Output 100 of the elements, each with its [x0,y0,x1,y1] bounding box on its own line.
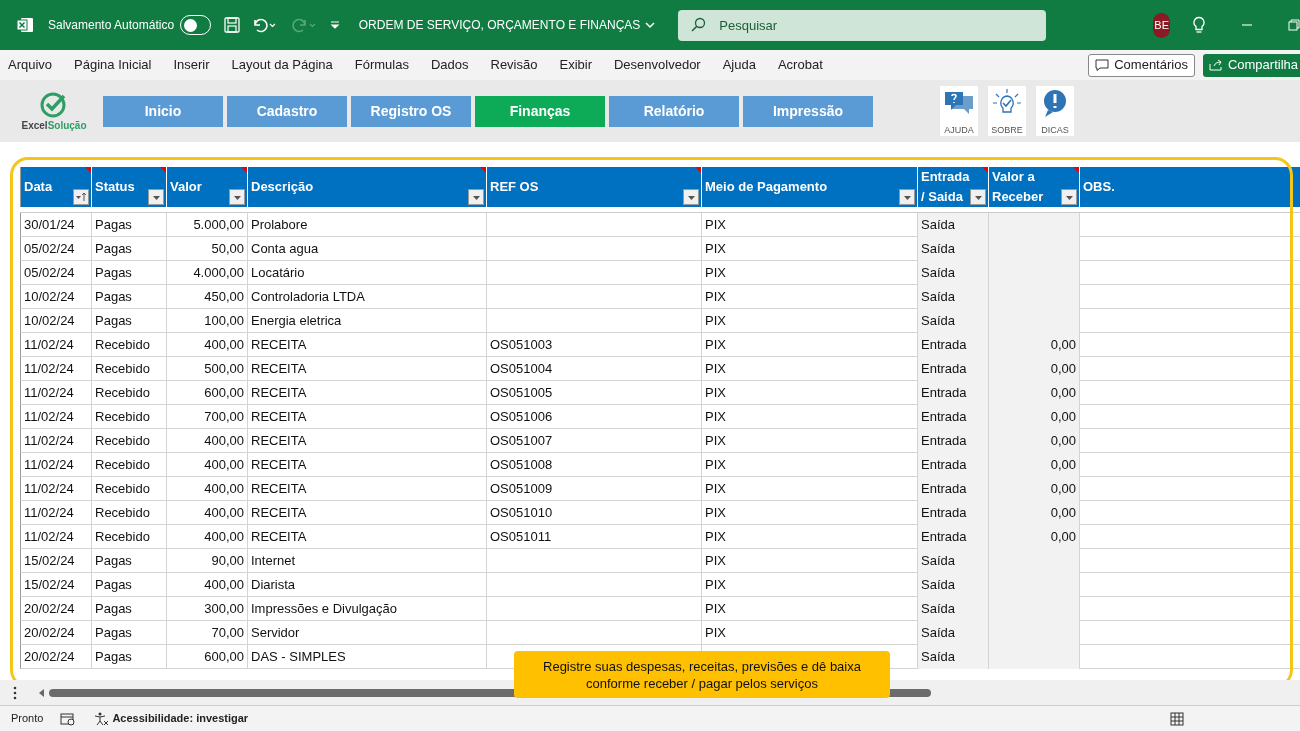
help-button[interactable]: DICAS [1036,86,1074,136]
share-button[interactable]: Compartilha [1202,53,1300,77]
save-icon[interactable] [222,16,241,34]
column-header: Status [92,167,167,207]
filter-button[interactable] [148,189,164,205]
table-cell: 0,00 [989,453,1080,477]
avatar[interactable]: BE [1153,12,1170,38]
filter-button[interactable] [970,189,986,205]
table-cell: Pagas [92,597,167,621]
table-cell: 15/02/24 [21,549,92,573]
table-cell: Locatário [248,261,487,285]
chevron-down-icon[interactable] [644,19,657,31]
table-cell: OS051005 [487,381,702,405]
table-cell: Controladoria LTDA [248,285,487,309]
table-cell: RECEITA [248,429,487,453]
comments-button[interactable]: Comentários [1088,53,1195,77]
menu-item[interactable]: Acrobat [777,55,823,75]
status-text: Pronto [11,711,44,727]
table-cell: 11/02/24 [21,501,92,525]
table-cell: Prolabore [248,213,487,237]
table-cell: Pagas [92,213,167,237]
filter-button[interactable] [229,189,245,205]
excel-icon[interactable] [16,16,34,34]
table-cell: Internet [248,549,487,573]
lightbulb-icon[interactable] [1191,16,1207,34]
help-button[interactable]: SOBRE [988,86,1026,136]
table-cell: Energia eletrica [248,309,487,333]
comment-icon [1095,59,1110,71]
column-header: Meio de Pagamento [702,167,918,207]
sort-filter-button[interactable] [73,189,89,205]
redo-icon [290,16,317,34]
restore-icon[interactable] [1288,19,1300,31]
menu-item[interactable]: Página Inicial [74,55,152,75]
sort-icon [74,190,88,204]
search-field[interactable]: Pesquisar [678,9,1047,41]
table-cell: OS051007 [487,429,702,453]
table-cell: Pagas [92,309,167,333]
table-cell: Recebido [92,333,167,357]
table-cell: 70,00 [167,621,248,645]
table-cell: Saída [918,213,989,237]
table-cell: RECEITA [248,333,487,357]
menu-item[interactable]: Exibir [559,55,592,75]
table-cell: 11/02/24 [21,477,92,501]
accessibility-status[interactable]: Acessibilidade: investigar [112,710,249,727]
customize-icon[interactable] [328,19,341,31]
table-cell: Entrada [918,381,989,405]
table-cell: Pagas [92,645,167,669]
menu-item[interactable]: Revisão [490,55,538,75]
normal-view-icon[interactable] [1170,711,1185,726]
table-cell: 05/02/24 [21,237,92,261]
table-cell: Saída [918,597,989,621]
column-header: OBS. [1080,167,1300,207]
table-cell: Recebido [92,381,167,405]
table-cell: Pagas [92,285,167,309]
column-header: Valor a Receber [989,167,1080,207]
table-cell: OS051009 [487,477,702,501]
table-cell: 500,00 [167,357,248,381]
accessibility-icon[interactable] [93,711,110,726]
table-cell: 0,00 [989,333,1080,357]
table-cell: 450,00 [167,285,248,309]
table-cell: 300,00 [167,597,248,621]
table-cell: 30/01/24 [21,213,92,237]
menu-item[interactable]: Dados [430,55,469,75]
menu-item[interactable]: Arquivo [8,55,53,75]
menu-item[interactable]: Ajuda [722,55,756,75]
table-cell: Entrada [918,429,989,453]
table-cell: 400,00 [167,429,248,453]
column-header: Valor [167,167,248,207]
table-cell: 11/02/24 [21,357,92,381]
menu-item[interactable]: Layout da Página [231,55,333,75]
table-cell: Recebido [92,357,167,381]
table-cell: Impressões e Divulgação [248,597,487,621]
table-cell: 0,00 [989,381,1080,405]
filter-button[interactable] [468,189,484,205]
logo-text: Solução [47,120,87,131]
table-cell: RECEITA [248,501,487,525]
table-cell: Recebido [92,501,167,525]
table-cell: 700,00 [167,405,248,429]
help-button[interactable]: AJUDA [940,86,978,136]
table-cell: RECEITA [248,453,487,477]
filter-button[interactable] [683,189,699,205]
filter-button[interactable] [899,189,915,205]
column-header: Descrição [248,167,487,207]
table-cell: Saída [918,261,989,285]
menu-item[interactable]: Desenvolvedor [614,55,701,75]
menu-item[interactable]: Inserir [173,55,210,75]
table-cell: 11/02/24 [21,453,92,477]
table-cell: Recebido [92,453,167,477]
scroll-left-icon[interactable] [37,687,45,698]
table-cell: Servidor [248,621,487,645]
table-cell: 0,00 [989,477,1080,501]
table-cell: 600,00 [167,381,248,405]
column-header: REF OS [487,167,702,207]
menu-item[interactable]: Fórmulas [354,55,409,75]
filter-button[interactable] [1061,189,1077,205]
macro-icon[interactable] [60,711,77,726]
table-cell: Entrada [918,501,989,525]
column-header: Data [21,167,92,207]
more-options-icon[interactable] [13,685,17,700]
table-cell: 11/02/24 [21,405,92,429]
